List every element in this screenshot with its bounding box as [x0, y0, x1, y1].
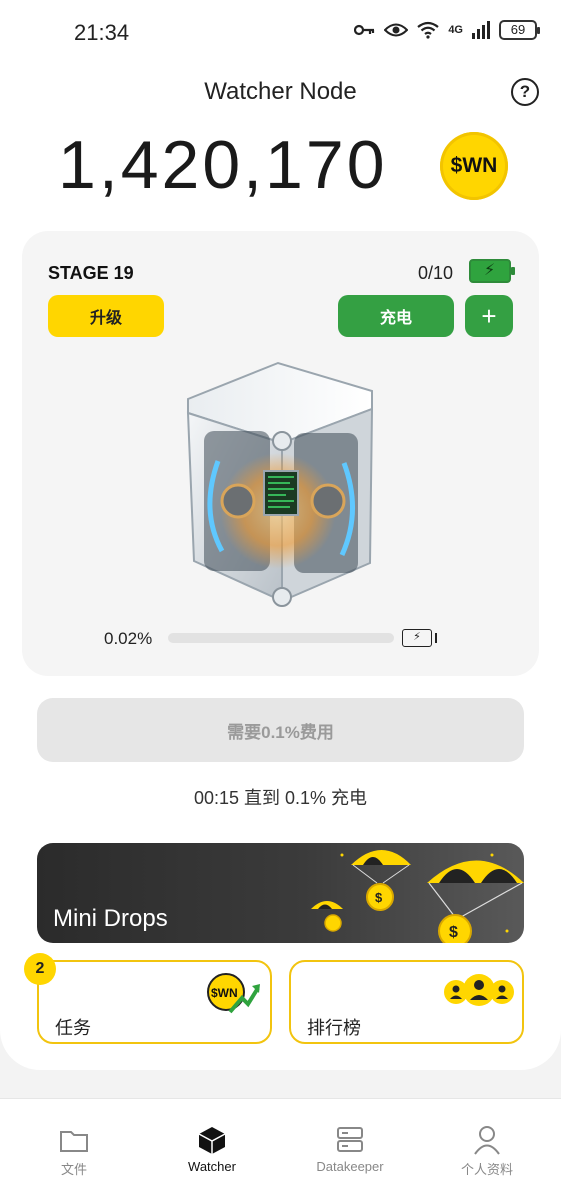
watcher-cube-image — [186, 361, 374, 607]
charge-countdown: 00:15 直到 0.1% 充电 — [193, 788, 368, 808]
nav-label-datakeeper: Datakeeper — [316, 1159, 384, 1174]
wifi-icon — [417, 21, 439, 39]
progress-percent: 0.02% — [104, 629, 153, 648]
person-icon — [474, 1126, 500, 1155]
charge-button[interactable]: 充电 — [338, 295, 454, 337]
nav-label-profile: 个人资料 — [460, 1162, 513, 1177]
svg-text:$: $ — [375, 890, 383, 905]
leaderboard-label: 排行榜 — [307, 1018, 361, 1038]
help-button[interactable]: ? — [511, 78, 539, 106]
parachute-coins-icon: $ $ — [311, 850, 524, 943]
tasks-label: 任务 — [55, 1018, 91, 1038]
charging-battery-icon: ⚡ — [469, 259, 515, 283]
add-charge-button[interactable]: + — [465, 295, 513, 337]
nav-item-profile[interactable]: 个人资料 — [417, 1099, 557, 1200]
charge-progress-bar — [168, 633, 394, 643]
main-card: Watcher Node ? 1,420,170 $WN STAGE 19 0/… — [0, 64, 561, 1070]
key-icon — [354, 24, 375, 36]
upgrade-button[interactable]: 升级 — [48, 295, 164, 337]
bottom-nav: 文件 Watcher Datakeeper 个人资料 — [0, 1098, 561, 1200]
server-icon — [337, 1127, 363, 1152]
network-type: 4G — [448, 23, 463, 36]
tasks-badge: 2 — [24, 953, 56, 985]
nav-label-watcher: Watcher — [188, 1159, 236, 1174]
status-bar: 21:34 4G 69 — [0, 0, 561, 64]
node-card: STAGE 19 0/10 ⚡ 升级 充电 + 0.02% ⚡ — [22, 231, 539, 676]
battery-icon: 69 — [499, 20, 540, 40]
svg-text:$: $ — [449, 924, 458, 941]
fee-button[interactable]: 需要0.1%费用 — [37, 698, 524, 762]
svg-text:$WN: $WN — [211, 986, 238, 1000]
status-icons: 4G 69 — [354, 20, 540, 40]
page-title: Watcher Node — [204, 78, 357, 105]
people-icon — [444, 974, 514, 1006]
mini-drops-banner[interactable]: Mini Drops $ $ — [37, 843, 524, 943]
balance-amount: 1,420,170 — [58, 127, 388, 203]
charge-count: 0/10 — [418, 263, 454, 283]
tasks-tile[interactable]: 任务 $WN — [37, 960, 272, 1044]
battery-bolt-icon: ⚡ — [402, 629, 437, 647]
wn-coin-icon: $WN — [440, 132, 508, 200]
nav-label-files: 文件 — [60, 1162, 87, 1177]
nav-item-datakeeper[interactable]: Datakeeper — [280, 1099, 420, 1200]
folder-icon — [60, 1131, 88, 1152]
leaderboard-tile[interactable]: 排行榜 — [289, 960, 524, 1044]
eye-icon — [384, 23, 409, 37]
stage-label: STAGE 19 — [48, 263, 134, 283]
status-time: 21:34 — [74, 20, 130, 45]
cube-icon — [198, 1127, 226, 1154]
signal-icon — [472, 21, 490, 39]
wn-growth-icon: $WN — [207, 973, 260, 1014]
nav-item-watcher[interactable]: Watcher — [142, 1099, 282, 1200]
nav-item-files[interactable]: 文件 — [4, 1099, 144, 1200]
